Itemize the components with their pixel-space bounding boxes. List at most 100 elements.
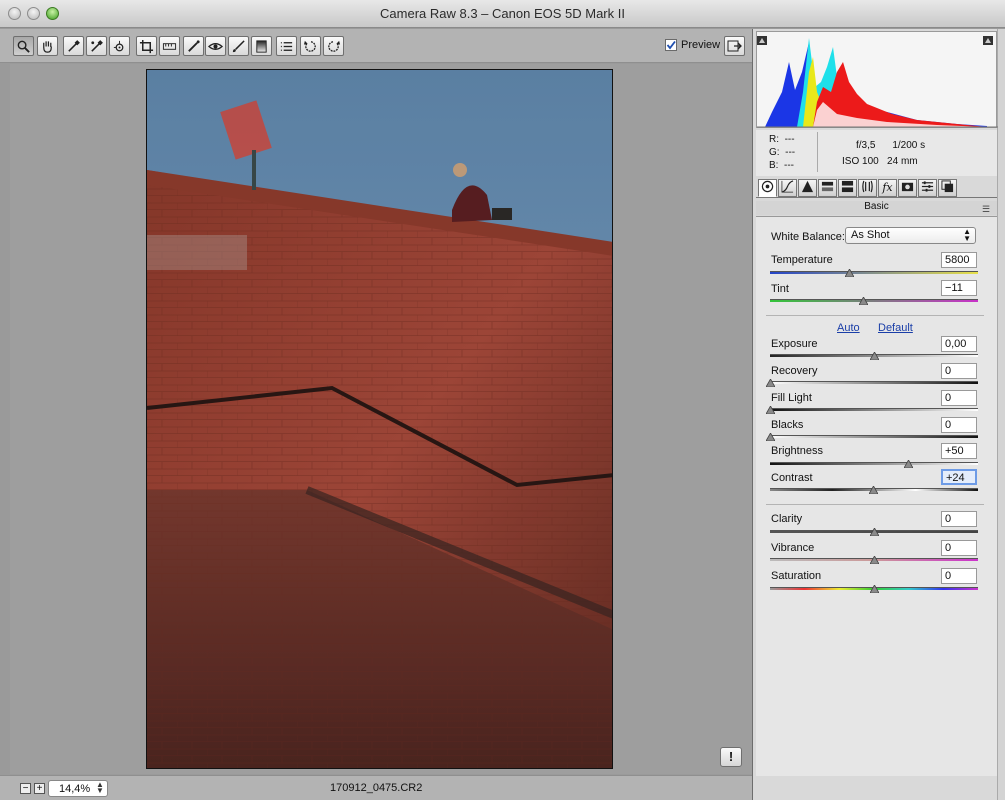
section-divider-2: [766, 504, 984, 505]
title-bar: Camera Raw 8.3 – Canon EOS 5D Mark II: [0, 0, 1005, 28]
tint-label: Tint: [771, 283, 789, 295]
red-eye-removal-button[interactable]: [205, 36, 226, 56]
aperture-value: f/3,5: [856, 140, 876, 151]
spot-removal-tool-icon: [188, 39, 200, 52]
adjustment-brush-icon: [232, 39, 245, 52]
contrast-slider-thumb[interactable]: [868, 485, 879, 495]
contrast-input[interactable]: +24: [941, 469, 977, 485]
exposure-input[interactable]: 0,00: [941, 336, 977, 352]
clarity-input[interactable]: 0: [941, 511, 977, 527]
exposure-slider-thumb[interactable]: [869, 351, 880, 361]
clarity-slider-thumb[interactable]: [869, 527, 880, 537]
tab-snapshots[interactable]: [938, 179, 957, 197]
preview-checkbox[interactable]: [665, 39, 677, 51]
spot-removal-tool-button[interactable]: [183, 36, 204, 56]
tab-presets[interactable]: [918, 179, 937, 197]
rgb-readout: R: --- G: --- B: ---: [769, 133, 795, 172]
blacks-slider-thumb[interactable]: [765, 432, 776, 442]
white-balance-select[interactable]: As Shot ▲ ▼: [845, 227, 976, 244]
tab-camera-calibration[interactable]: [898, 179, 917, 197]
brightness-input[interactable]: +50: [941, 443, 977, 459]
recovery-input[interactable]: 0: [941, 363, 977, 379]
crop-tool-button[interactable]: [136, 36, 157, 56]
temperature-input[interactable]: 5800: [941, 252, 977, 268]
brightness-slider-track[interactable]: [770, 462, 978, 465]
rotate-ccw-button[interactable]: [300, 36, 321, 56]
blacks-input[interactable]: 0: [941, 417, 977, 433]
vibrance-slider-thumb[interactable]: [869, 555, 880, 565]
recovery-slider-thumb[interactable]: [765, 378, 776, 388]
auto-link[interactable]: Auto: [837, 322, 860, 334]
targeted-adjustment-tool-button[interactable]: [109, 36, 130, 56]
zoom-out-button[interactable]: −: [20, 783, 31, 794]
straighten-tool-button[interactable]: [159, 36, 180, 56]
graduated-filter-button[interactable]: [251, 36, 272, 56]
r-value: ---: [784, 134, 795, 145]
exposure-label: Exposure: [771, 338, 818, 350]
zoom-level-value: 14,4%: [59, 783, 91, 795]
zoom-in-button[interactable]: +: [34, 783, 45, 794]
rotate-ccw-icon: [303, 40, 316, 52]
photo-preview[interactable]: [146, 69, 613, 769]
fullscreen-button[interactable]: [724, 36, 745, 56]
highlight-clipping-warning-icon[interactable]: [983, 36, 993, 45]
checkmark-icon: [666, 40, 676, 50]
rotate-cw-icon: [328, 40, 341, 52]
saturation-input[interactable]: 0: [941, 568, 977, 584]
warning-button[interactable]: !: [720, 747, 742, 767]
temperature-slider-thumb[interactable]: [844, 268, 855, 278]
recovery-slider-track[interactable]: [770, 381, 978, 384]
preview-toggle[interactable]: Preview: [665, 39, 720, 51]
r-label: R:: [769, 134, 779, 145]
tab-effects[interactable]: fx: [878, 179, 897, 197]
blacks-slider-track[interactable]: [770, 435, 978, 438]
tab-basic[interactable]: [758, 179, 777, 197]
shutter-value: 1/200 s: [892, 140, 926, 151]
preferences-button[interactable]: [276, 36, 297, 56]
brightness-slider-thumb[interactable]: [903, 459, 914, 469]
adjustment-brush-button[interactable]: [228, 36, 249, 56]
red-eye-removal-icon: [208, 42, 223, 50]
tab-lens-corrections[interactable]: [858, 179, 877, 197]
rotate-cw-button[interactable]: [323, 36, 344, 56]
tint-input[interactable]: −11: [941, 280, 977, 296]
focal-length-value: 24 mm: [887, 156, 918, 167]
zoom-tool-button[interactable]: [13, 36, 34, 56]
tab-split-toning[interactable]: [838, 179, 857, 197]
color-sampler-tool-button[interactable]: [86, 36, 107, 56]
temperature-slider-track[interactable]: [770, 271, 978, 274]
panel-menu-icon[interactable]: ☰: [982, 204, 990, 215]
presets-sliders-icon: [921, 181, 934, 192]
clarity-label: Clarity: [771, 513, 803, 525]
straighten-tool-icon: [162, 42, 177, 50]
graduated-filter-icon: [256, 39, 267, 53]
zoom-level-select[interactable]: 14,4% ▲ ▼: [48, 780, 108, 797]
fx-icon: fx: [882, 181, 893, 194]
blacks-label: Blacks: [771, 419, 804, 431]
pixel-info: R: --- G: --- B: --- f/3,5 1/200 s ISO 1…: [756, 130, 997, 176]
tab-tone-curve[interactable]: [778, 179, 797, 197]
histogram-graph: [757, 38, 998, 128]
white-balance-tool-button[interactable]: [63, 36, 84, 56]
fill-light-slider-track[interactable]: [770, 408, 978, 411]
hand-tool-button[interactable]: [37, 36, 58, 56]
recovery-label: Recovery: [771, 365, 818, 377]
fill-light-input[interactable]: 0: [941, 390, 977, 406]
fill-light-slider-thumb[interactable]: [765, 405, 776, 415]
saturation-slider-thumb[interactable]: [869, 584, 880, 594]
vibrance-input[interactable]: 0: [941, 540, 977, 556]
tab-hsl[interactable]: [818, 179, 837, 197]
stepper-arrows-icon: ▲ ▼: [96, 780, 104, 795]
panel-scroll-edge: [997, 29, 1005, 800]
shadow-clipping-warning-icon[interactable]: [757, 36, 767, 45]
brightness-label: Brightness: [771, 445, 823, 457]
tint-slider-thumb[interactable]: [858, 296, 869, 306]
tab-detail[interactable]: [798, 179, 817, 197]
fill-light-label: Fill Light: [771, 392, 812, 404]
split-toning-icon: [841, 180, 854, 193]
info-separator: [817, 132, 818, 172]
tint-slider-track[interactable]: [770, 299, 978, 302]
white-balance-tool-icon: [68, 39, 80, 52]
default-link[interactable]: Default: [878, 322, 913, 334]
saturation-label: Saturation: [771, 570, 822, 582]
